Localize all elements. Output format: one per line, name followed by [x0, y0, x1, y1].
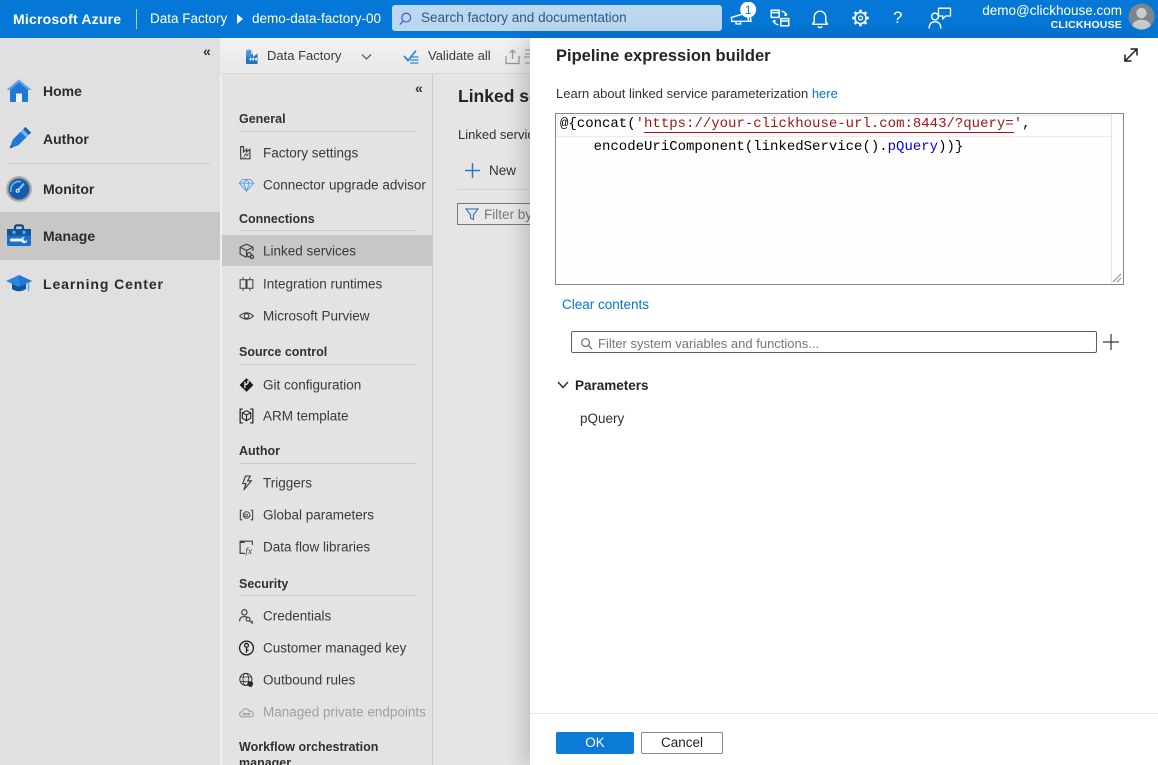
svg-text:1: 1 [745, 3, 752, 17]
svg-text:fx: fx [245, 545, 253, 555]
